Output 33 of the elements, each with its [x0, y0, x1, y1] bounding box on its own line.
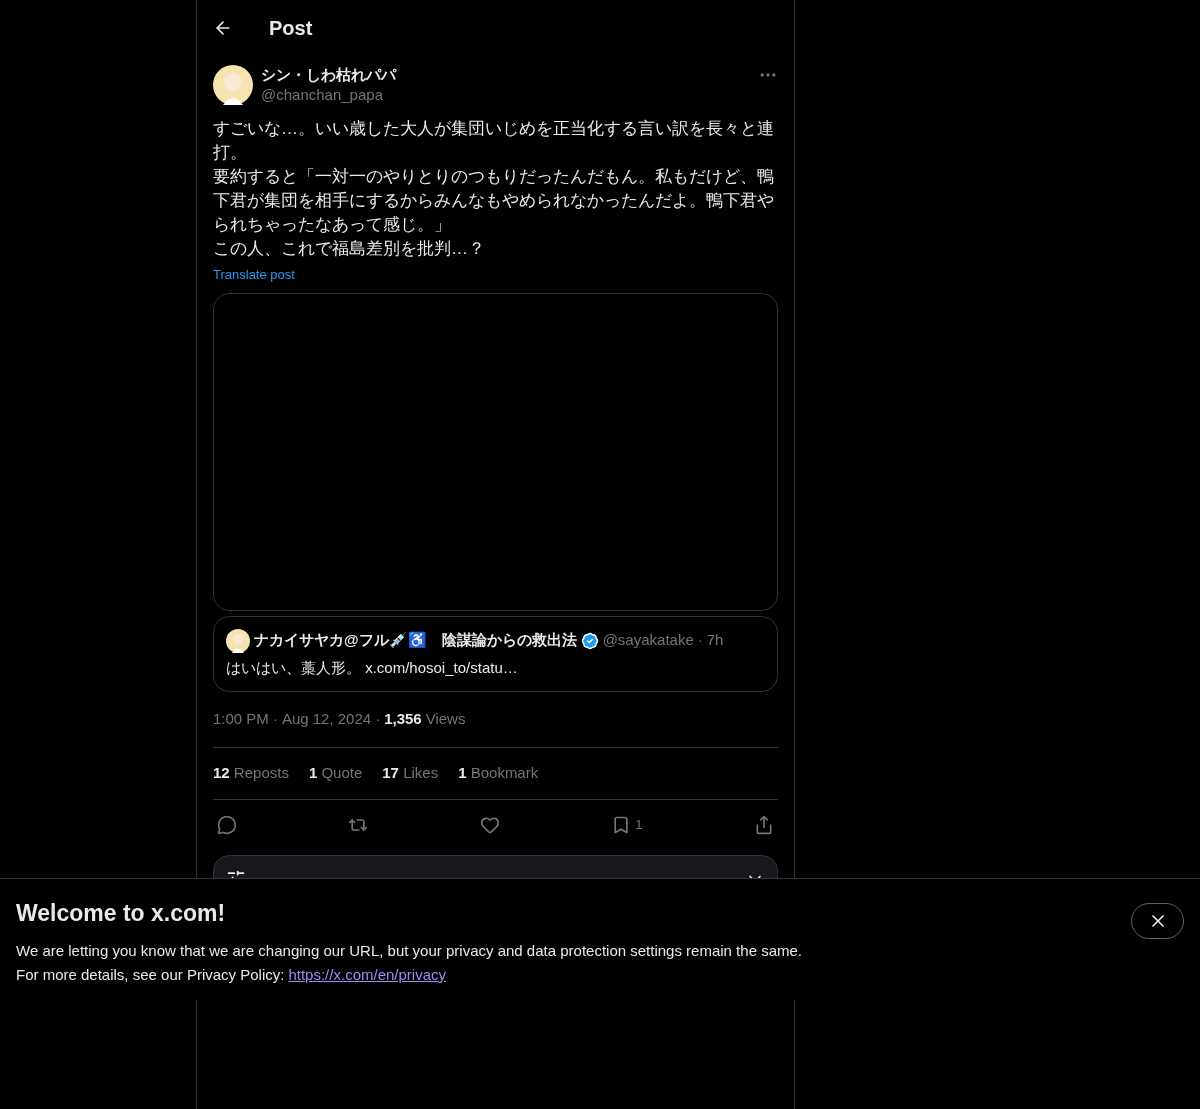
avatar: [213, 65, 253, 105]
quote-display-name: ナカイサヤカ@フル💉♿ 陰謀論からの救出法: [254, 630, 577, 651]
post-date[interactable]: Aug 12, 2024: [281, 708, 372, 731]
views-label: Views: [425, 709, 466, 730]
stat-link[interactable]: 1 Quote: [308, 762, 363, 785]
display-name[interactable]: シン・しわ枯れパパ: [261, 65, 750, 85]
avatar: [226, 628, 250, 653]
separator: ·: [375, 709, 381, 730]
bookmark-count: 1: [635, 815, 643, 834]
post-text: すごいな…。いい歳した大人が集団いじめを正当化する言い訳を長々と連打。: [213, 118, 775, 164]
share-icon[interactable]: [754, 814, 774, 835]
stat-link[interactable]: 17 Likes: [382, 762, 439, 785]
separator: ·: [697, 630, 703, 651]
banner-title: Welcome to x.com!: [16, 899, 227, 927]
quote-text: はいはい、藁人形。 x.com/hosoi_to/statu…: [226, 657, 519, 678]
views-count: 1,356: [384, 709, 422, 730]
banner-text: For more details, see our Privacy Policy:: [16, 965, 285, 985]
stat-link[interactable]: 1 Bookmark: [458, 762, 539, 785]
quoted-post[interactable]: ナカイサヤカ@フル💉♿ 陰謀論からの救出法 @sayakatake · 7h はいはい、藁人形。 x.com/hosoi_to/statu…: [213, 615, 778, 692]
quote-time: 7h: [706, 630, 724, 651]
translate-link[interactable]: Translate post: [213, 265, 778, 285]
post-text: 要約すると「一対一のやりとりのつもりだったんだもん。私もだけど、鴨下君が集団を相手にするからみんなもやめられなかったんだよ。鴨下君やられちゃったなあって感じ。」: [213, 166, 775, 236]
banner-text: We are letting you know that we are changing our URL, but your privacy and data protection settings remain the same.: [16, 941, 803, 961]
post-text: この人、これで福島差別を批判…？: [213, 238, 486, 260]
handle[interactable]: @chanchan_papa: [261, 85, 750, 105]
separator: ·: [272, 709, 278, 730]
page-title: Post: [269, 15, 313, 41]
post-time[interactable]: 1:00 PM: [213, 708, 269, 731]
stat-link[interactable]: 12 Reposts: [213, 762, 289, 785]
reply-icon[interactable]: [217, 814, 237, 835]
heart-icon[interactable]: [479, 814, 500, 835]
privacy-link[interactable]: https://x.com/en/privacy: [288, 963, 446, 987]
quote-handle: @sayakatake: [602, 630, 694, 651]
